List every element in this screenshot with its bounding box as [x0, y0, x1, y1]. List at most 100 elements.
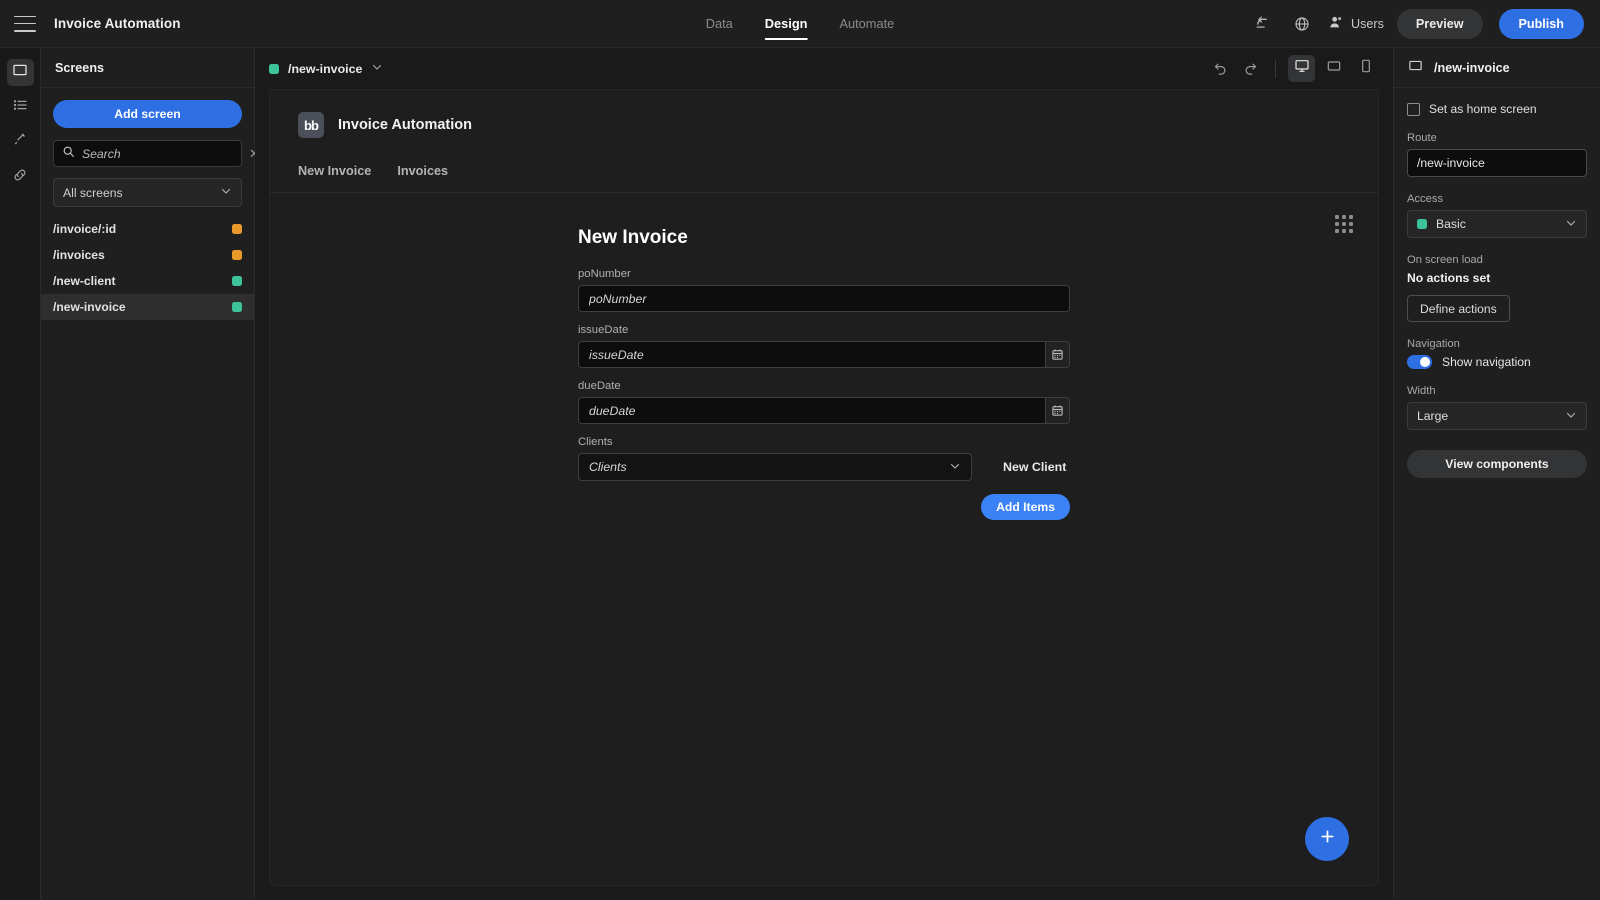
- clients-select-value: Clients: [589, 460, 627, 474]
- chevron-down-icon: [371, 60, 383, 78]
- screen-row-invoices[interactable]: /invoices: [41, 242, 254, 268]
- builder-body: Screens Add screen ✕ All screens: [0, 48, 1600, 900]
- screen-route: /invoice/:id: [53, 222, 117, 236]
- onscreen-load-value: No actions set: [1407, 271, 1491, 285]
- canvas-route-label: /new-invoice: [288, 61, 363, 76]
- access-color-dot: [1417, 219, 1427, 229]
- field-clients: Clients Clients New Client: [578, 436, 1070, 481]
- new-invoice-form: New Invoice poNumber issueDate: [578, 227, 1070, 520]
- window-icon: [12, 62, 28, 83]
- nav-link-new-invoice[interactable]: New Invoice: [298, 164, 371, 178]
- calendar-icon[interactable]: [1045, 341, 1070, 368]
- device-tablet-button[interactable]: [1320, 55, 1347, 82]
- users-button[interactable]: Users: [1328, 14, 1384, 33]
- show-navigation-label: Show navigation: [1442, 355, 1531, 369]
- device-desktop-button[interactable]: [1288, 55, 1315, 82]
- rail-item-components[interactable]: [7, 94, 34, 121]
- access-select[interactable]: Basic: [1407, 210, 1587, 238]
- define-actions-button[interactable]: Define actions: [1407, 295, 1510, 322]
- publish-button[interactable]: Publish: [1498, 8, 1584, 39]
- view-components-button[interactable]: View components: [1407, 450, 1587, 478]
- access-color-dot: [232, 250, 242, 260]
- app-preview-frame: bb Invoice Automation New Invoice Invoic…: [269, 89, 1379, 886]
- undo-icon[interactable]: [1250, 11, 1276, 37]
- device-mobile-button[interactable]: [1352, 55, 1379, 82]
- screen-route: /new-invoice: [53, 300, 126, 314]
- tab-design[interactable]: Design: [764, 0, 807, 48]
- search-input[interactable]: [82, 146, 242, 161]
- clients-select[interactable]: Clients: [578, 453, 972, 481]
- route-label: Route: [1407, 132, 1437, 144]
- preview-brand: bb Invoice Automation: [298, 112, 1350, 138]
- screen-route: /invoices: [53, 248, 105, 262]
- search-field[interactable]: ✕: [53, 140, 260, 167]
- rail-item-links[interactable]: [7, 164, 34, 191]
- screens-filter-select[interactable]: All screens: [53, 178, 242, 207]
- undo-icon[interactable]: [1208, 56, 1233, 81]
- access-color-dot: [232, 224, 242, 234]
- field-label: Clients: [578, 436, 613, 448]
- show-navigation-toggle[interactable]: [1407, 355, 1432, 369]
- access-label: Access: [1407, 193, 1444, 205]
- rail-item-screens[interactable]: [6, 59, 34, 86]
- screen-row-new-client[interactable]: /new-client: [41, 268, 254, 294]
- access-color-dot: [269, 63, 279, 74]
- globe-icon[interactable]: [1289, 11, 1315, 37]
- duedate-input[interactable]: [578, 397, 1046, 424]
- date-input-row: [578, 397, 1070, 424]
- screens-filter-value: All screens: [63, 185, 123, 200]
- onscreen-load-label: On screen load: [1407, 254, 1483, 266]
- properties-header: /new-invoice: [1394, 48, 1600, 88]
- rail-item-theme[interactable]: [7, 129, 34, 156]
- hamburger-icon[interactable]: [14, 15, 36, 32]
- divider: [1275, 59, 1276, 78]
- plus-icon: [1318, 827, 1337, 851]
- tab-automate[interactable]: Automate: [839, 0, 894, 48]
- ponumber-input[interactable]: [578, 285, 1070, 312]
- set-home-screen-checkbox[interactable]: Set as home screen: [1407, 102, 1587, 116]
- search-icon: [62, 145, 75, 163]
- new-client-button[interactable]: New Client: [1003, 460, 1066, 474]
- field-label: issueDate: [578, 324, 629, 336]
- screen-icon: [1408, 58, 1423, 78]
- issuedate-input[interactable]: [578, 341, 1046, 368]
- screen-row-invoice-id[interactable]: /invoice/:id: [41, 216, 254, 242]
- field-duedate: dueDate: [578, 380, 1070, 424]
- navigation-label: Navigation: [1407, 338, 1460, 350]
- width-value: Large: [1417, 409, 1449, 423]
- preview-button[interactable]: Preview: [1396, 8, 1483, 39]
- app-title: Invoice Automation: [54, 16, 181, 31]
- width-select[interactable]: Large: [1407, 402, 1587, 430]
- field-label: dueDate: [578, 380, 621, 392]
- preview-navigation: bb Invoice Automation New Invoice Invoic…: [270, 90, 1378, 192]
- screen-row-new-invoice[interactable]: /new-invoice: [41, 294, 254, 320]
- budibase-builder: Invoice Automation Data Design Automate: [0, 0, 1600, 900]
- preview-form-wrap: New Invoice poNumber issueDate: [270, 193, 1378, 520]
- chevron-down-icon: [949, 460, 961, 475]
- grid-dots-icon[interactable]: [1335, 215, 1353, 233]
- chevron-down-icon: [1565, 217, 1577, 232]
- chevron-down-icon: [1565, 409, 1577, 424]
- show-navigation-row[interactable]: Show navigation: [1407, 355, 1587, 369]
- access-color-dot: [232, 276, 242, 286]
- redo-icon[interactable]: [1238, 56, 1263, 81]
- nav-link-invoices[interactable]: Invoices: [397, 164, 448, 178]
- add-component-fab[interactable]: [1305, 817, 1349, 861]
- add-items-button[interactable]: Add Items: [981, 494, 1070, 520]
- route-input[interactable]: [1407, 149, 1587, 177]
- desktop-icon: [1294, 58, 1310, 79]
- form-actions: Add Items: [578, 494, 1070, 520]
- top-bar: Invoice Automation Data Design Automate: [0, 0, 1600, 48]
- tab-data[interactable]: Data: [706, 0, 733, 48]
- access-color-dot: [232, 302, 242, 312]
- set-home-screen-label: Set as home screen: [1429, 102, 1537, 116]
- field-label: poNumber: [578, 268, 631, 280]
- add-screen-button[interactable]: Add screen: [53, 100, 242, 128]
- calendar-icon[interactable]: [1045, 397, 1070, 424]
- screen-list: /invoice/:id /invoices /new-client /new-…: [41, 216, 254, 320]
- date-input-row: [578, 341, 1070, 368]
- canvas-route-selector[interactable]: /new-invoice: [269, 60, 383, 78]
- properties-title: /new-invoice: [1434, 60, 1510, 75]
- screen-route: /new-client: [53, 274, 116, 288]
- properties-body: Set as home screen Route Access Basic On…: [1394, 88, 1600, 492]
